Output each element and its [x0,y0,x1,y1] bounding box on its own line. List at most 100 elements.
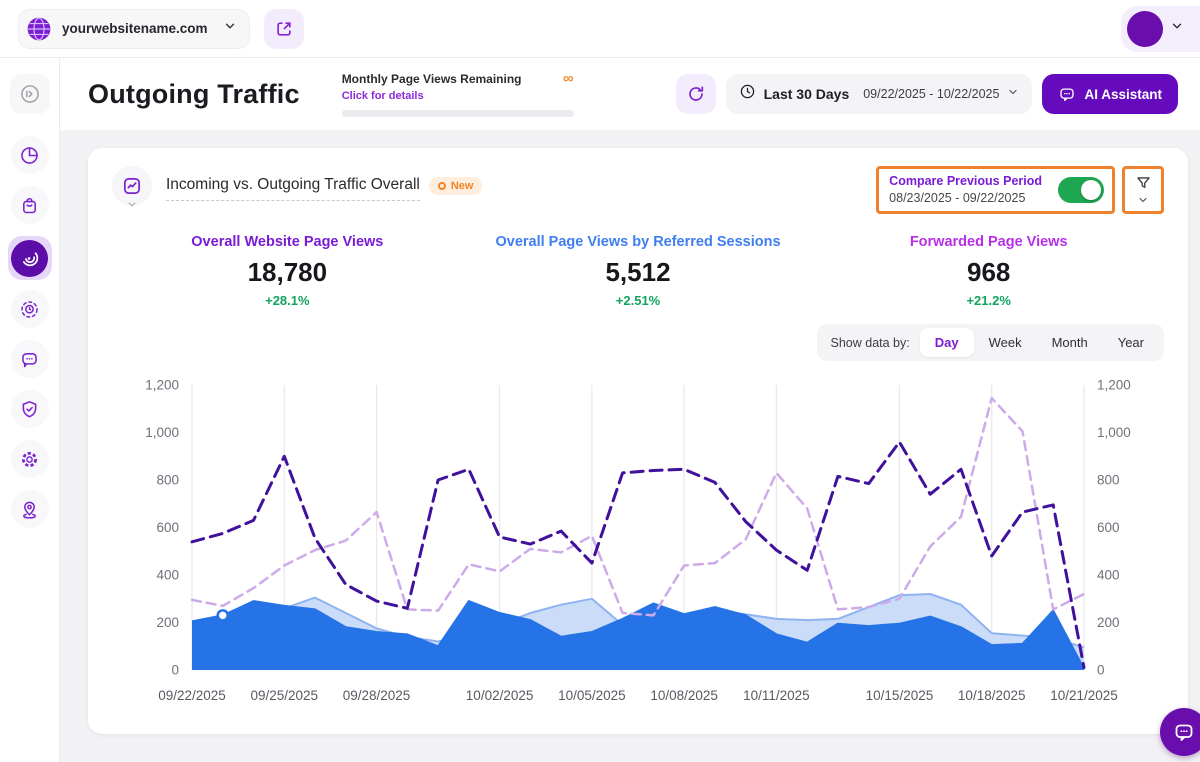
y-axis-tick-label: 1,200 [145,378,179,393]
y-axis-tick-label: 200 [156,615,179,630]
x-axis-tick-label: 10/18/2025 [958,688,1026,703]
show-data-by-week[interactable]: Week [974,328,1037,357]
card-title: Incoming vs. Outgoing Traffic Overall [166,176,420,201]
chevron-down-icon [223,19,237,38]
filter-button[interactable] [1122,166,1164,214]
traffic-card: Incoming vs. Outgoing Traffic Overall Ne… [88,148,1188,734]
chart-point-marker [218,610,228,620]
card-menu-button[interactable] [112,166,152,206]
open-website-button[interactable] [264,9,304,49]
x-axis-tick-label: 10/11/2025 [743,688,810,703]
collapse-icon [19,83,41,105]
globe-icon [26,16,52,42]
sidebar-item-outgoing-traffic[interactable] [8,236,52,280]
outgoing-traffic-icon [11,240,48,277]
website-name: yourwebsitename.com [62,21,213,36]
quota-details-link[interactable]: Click for details [342,90,424,102]
line-chart-icon [121,175,143,197]
show-data-by-control: Show data by: Day Week Month Year [817,324,1165,361]
date-range-selector[interactable]: Last 30 Days 09/22/2025 - 10/22/2025 [726,74,1033,114]
traffic-chart-svg: 002002004004006006008008001,0001,0001,20… [112,369,1164,714]
compare-toggle[interactable] [1058,177,1104,203]
shopping-bag-icon [19,195,40,216]
new-badge-label: New [451,180,474,192]
chart-line [192,398,1084,615]
metric-delta: +21.2% [813,293,1164,308]
sidebar-item-settings[interactable] [11,440,49,478]
y-axis-tick-label: 1,000 [1097,425,1131,440]
date-range-label: Last 30 Days [764,86,850,102]
y-axis-tick-label: 1,200 [1097,378,1131,393]
gear-icon [19,449,40,470]
refresh-icon [686,84,706,104]
metrics-row: Overall Website Page Views 18,780 +28.1%… [112,234,1164,308]
y-axis-tick-label: 1,000 [145,425,179,440]
sidebar-item-dashboard[interactable] [11,136,49,174]
show-data-by-label: Show data by: [822,336,920,350]
metric-referred-sessions-page-views: Overall Page Views by Referred Sessions … [463,234,814,308]
show-data-by-day[interactable]: Day [920,328,974,357]
top-bar: yourwebsitename.com [0,0,1200,58]
quota-progress-bar [342,110,574,117]
chevron-down-icon [127,197,138,215]
sidebar-item-tracking[interactable] [11,290,49,328]
metric-value: 5,512 [463,257,814,288]
x-axis-tick-label: 10/08/2025 [650,688,718,703]
chat-bubble-icon [1172,720,1196,744]
metric-delta: +28.1% [112,293,463,308]
sidebar-collapse-button[interactable] [10,74,50,114]
sidebar-item-store[interactable] [11,186,49,224]
y-axis-tick-label: 0 [1097,663,1105,678]
ai-assistant-button[interactable]: AI Assistant [1042,74,1178,114]
sidebar-item-security[interactable] [11,390,49,428]
quota-widget: Monthly Page Views Remaining ∞ Click for… [342,72,574,117]
external-link-icon [274,19,294,39]
infinity-icon: ∞ [563,74,574,84]
compare-previous-period-highlight-box: Compare Previous Period 08/23/2025 - 09/… [876,166,1115,214]
chevron-down-icon [1007,85,1019,103]
pie-chart-icon [19,145,40,166]
x-axis-tick-label: 10/05/2025 [558,688,626,703]
new-badge-icon [438,182,446,190]
sidebar-item-locations[interactable] [11,490,49,528]
quota-label: Monthly Page Views Remaining [342,72,522,86]
chevron-down-icon [1170,19,1184,38]
show-data-by-month[interactable]: Month [1037,328,1103,357]
ai-chat-icon [1058,85,1076,103]
support-chat-button[interactable] [1160,708,1200,756]
x-axis-tick-label: 09/22/2025 [158,688,226,703]
x-axis-tick-label: 10/02/2025 [466,688,534,703]
lens-icon [19,299,40,320]
chevron-down-icon [1137,194,1149,206]
y-axis-tick-label: 600 [1097,520,1120,535]
sidebar-item-messages[interactable] [11,340,49,378]
page-title: Outgoing Traffic [88,79,300,110]
metric-value: 968 [813,257,1164,288]
y-axis-tick-label: 800 [1097,473,1120,488]
compare-previous-period-range: 08/23/2025 - 09/22/2025 [889,191,1042,205]
metric-forwarded-page-views: Forwarded Page Views 968 +21.2% [813,234,1164,308]
ai-assistant-label: AI Assistant [1084,87,1162,102]
chart-canvas[interactable]: 002002004004006006008008001,0001,0001,20… [112,369,1164,719]
x-axis-tick-label: 10/15/2025 [866,688,934,703]
metric-overall-website-page-views: Overall Website Page Views 18,780 +28.1% [112,234,463,308]
sidebar [0,58,60,762]
metric-value: 18,780 [112,257,463,288]
metric-label: Overall Website Page Views [112,234,463,250]
website-selector[interactable]: yourwebsitename.com [18,9,250,49]
y-axis-tick-label: 600 [156,520,179,535]
compare-previous-period-label: Compare Previous Period [889,174,1042,188]
y-axis-tick-label: 800 [156,473,179,488]
page-header: Outgoing Traffic Monthly Page Views Rema… [60,58,1200,130]
user-menu[interactable] [1121,6,1200,52]
x-axis-tick-label: 09/25/2025 [250,688,318,703]
y-axis-tick-label: 0 [171,663,179,678]
refresh-button[interactable] [676,74,716,114]
show-data-by-year[interactable]: Year [1103,328,1159,357]
new-badge: New [429,177,483,195]
clock-icon [739,83,756,105]
chat-icon [19,349,40,370]
x-axis-tick-label: 09/28/2025 [343,688,411,703]
avatar [1127,11,1163,47]
metric-label: Forwarded Page Views [813,234,1164,250]
